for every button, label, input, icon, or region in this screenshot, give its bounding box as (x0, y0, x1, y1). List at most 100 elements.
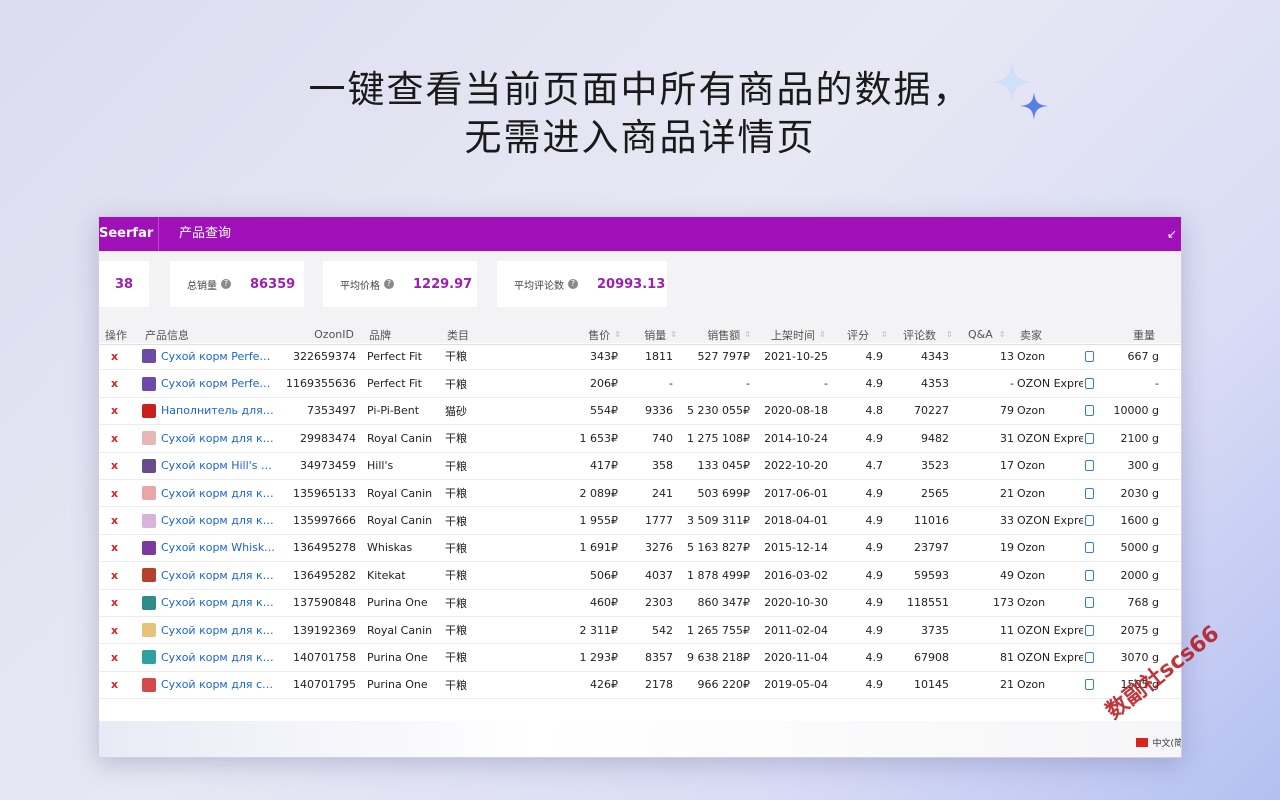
product-name-link[interactable]: Сухой корм для кошек (161, 569, 276, 582)
product-info[interactable]: Сухой корм для кошек (142, 507, 276, 533)
copy-icon-cell[interactable] (1085, 617, 1097, 643)
delete-button[interactable]: x (111, 480, 125, 506)
copy-icon-cell[interactable] (1085, 507, 1097, 533)
product-name-link[interactable]: Сухой корм для кошек (161, 514, 276, 527)
delete-button[interactable]: x (111, 535, 125, 561)
product-thumbnail[interactable] (142, 458, 156, 473)
collapse-icon[interactable]: ↙ (1167, 227, 1177, 241)
copy-icon-cell[interactable] (1085, 562, 1097, 588)
copy-icon[interactable] (1085, 679, 1094, 691)
copy-icon[interactable] (1085, 651, 1094, 663)
delete-button[interactable]: x (111, 562, 125, 588)
copy-icon[interactable] (1085, 569, 1094, 581)
copy-icon-cell[interactable] (1085, 535, 1097, 561)
product-thumbnail[interactable] (142, 623, 156, 638)
product-thumbnail[interactable] (142, 513, 156, 528)
copy-icon-cell[interactable] (1085, 672, 1097, 698)
product-info[interactable]: Сухой корм Perfect Fit (142, 370, 276, 396)
tab-product-query[interactable]: 产品查询 (159, 217, 231, 251)
copy-icon[interactable] (1085, 432, 1094, 444)
delete-button[interactable]: x (111, 425, 125, 451)
delete-button[interactable]: x (111, 507, 125, 533)
product-name-link[interactable]: Сухой корм Whiskas (161, 541, 276, 554)
sort-icon[interactable]: ⇕ (999, 330, 1006, 339)
reviews: 67908 (914, 650, 949, 664)
delete-button[interactable]: x (111, 672, 125, 698)
sort-icon[interactable]: ⇕ (670, 330, 677, 339)
copy-icon-cell[interactable] (1085, 343, 1097, 369)
language-selector[interactable]: 中文(简 (1136, 736, 1181, 749)
product-thumbnail[interactable] (142, 540, 156, 555)
help-icon[interactable]: ? (221, 279, 231, 289)
col-rating[interactable]: 评分 ⇕ (847, 325, 897, 344)
product-name-link[interactable]: Сухой корм для собак (161, 678, 276, 691)
sort-icon[interactable]: ⇕ (744, 330, 751, 339)
product-thumbnail[interactable] (142, 349, 156, 364)
delete-button[interactable]: x (111, 398, 125, 424)
sort-icon[interactable]: ⇕ (819, 330, 826, 339)
delete-button[interactable]: x (111, 343, 125, 369)
copy-icon[interactable] (1085, 515, 1094, 527)
copy-icon-cell[interactable] (1085, 480, 1097, 506)
product-thumbnail[interactable] (142, 376, 156, 391)
product-name-link[interactable]: Наполнитель для кошачьего туалета (161, 404, 276, 417)
product-name-link[interactable]: Сухой корм Hill's Science Plan (161, 459, 276, 472)
product-name-link[interactable]: Сухой корм для кошек (161, 596, 276, 609)
product-info[interactable]: Наполнитель для кошачьего туалета (142, 398, 276, 424)
copy-icon-cell[interactable] (1085, 644, 1097, 670)
sort-icon[interactable]: ⇕ (946, 330, 953, 339)
product-name-link[interactable]: Сухой корм для котов (161, 432, 276, 445)
copy-icon[interactable] (1085, 597, 1094, 609)
product-name-link[interactable]: Сухой корм для котов (161, 487, 276, 500)
product-info[interactable]: Сухой корм для котов (142, 480, 276, 506)
product-thumbnail[interactable] (142, 650, 156, 665)
product-info[interactable]: Сухой корм Hill's Science Plan (142, 453, 276, 479)
copy-icon[interactable] (1085, 405, 1094, 417)
col-qa[interactable]: Q&A ⇕ (968, 325, 1018, 344)
col-sales[interactable]: 销量 ⇕ (619, 325, 677, 344)
brand-logo[interactable]: Seerfar (99, 217, 159, 251)
sort-icon[interactable]: ⇕ (881, 330, 888, 339)
delete-button[interactable]: x (111, 617, 125, 643)
delete-button[interactable]: x (111, 644, 125, 670)
product-info[interactable]: Сухой корм для собак (142, 672, 276, 698)
product-name-link[interactable]: Сухой корм Perfect Fit (161, 350, 276, 363)
delete-button[interactable]: x (111, 370, 125, 396)
product-info[interactable]: Сухой корм для кошек (142, 562, 276, 588)
col-listed[interactable]: 上架时间 ⇕ (771, 325, 851, 344)
product-info[interactable]: Сухой корм для котов (142, 425, 276, 451)
copy-icon[interactable] (1085, 350, 1094, 362)
product-info[interactable]: Сухой корм для кошек (142, 644, 276, 670)
product-thumbnail[interactable] (142, 431, 156, 446)
copy-icon-cell[interactable] (1085, 590, 1097, 616)
copy-icon-cell[interactable] (1085, 425, 1097, 451)
product-thumbnail[interactable] (142, 486, 156, 501)
product-thumbnail[interactable] (142, 677, 156, 692)
product-info[interactable]: Сухой корм Perfect Fit (142, 343, 276, 369)
copy-icon-cell[interactable] (1085, 370, 1097, 396)
col-price[interactable]: 售价 ⇕ (549, 325, 621, 344)
col-reviews[interactable]: 评论数 ⇕ (903, 325, 967, 344)
stat-count-value: 38 (114, 276, 134, 292)
product-name-link[interactable]: Сухой корм для кошек (161, 651, 276, 664)
delete-button[interactable]: x (111, 590, 125, 616)
product-name-link[interactable]: Сухой корм для кошек (161, 624, 276, 637)
copy-icon-cell[interactable] (1085, 453, 1097, 479)
help-icon[interactable]: ? (568, 279, 578, 289)
copy-icon[interactable] (1085, 542, 1094, 554)
copy-icon[interactable] (1085, 460, 1094, 472)
product-name-link[interactable]: Сухой корм Perfect Fit (161, 377, 276, 390)
product-info[interactable]: Сухой корм для кошек (142, 617, 276, 643)
copy-icon[interactable] (1085, 487, 1094, 499)
product-thumbnail[interactable] (142, 568, 156, 583)
copy-icon[interactable] (1085, 378, 1094, 390)
product-info[interactable]: Сухой корм Whiskas (142, 535, 276, 561)
copy-icon[interactable] (1085, 624, 1094, 636)
col-revenue[interactable]: 销售额 ⇕ (679, 325, 751, 344)
product-thumbnail[interactable] (142, 403, 156, 418)
product-info[interactable]: Сухой корм для кошек (142, 590, 276, 616)
delete-button[interactable]: x (111, 453, 125, 479)
copy-icon-cell[interactable] (1085, 398, 1097, 424)
product-thumbnail[interactable] (142, 595, 156, 610)
help-icon[interactable]: ? (384, 279, 394, 289)
